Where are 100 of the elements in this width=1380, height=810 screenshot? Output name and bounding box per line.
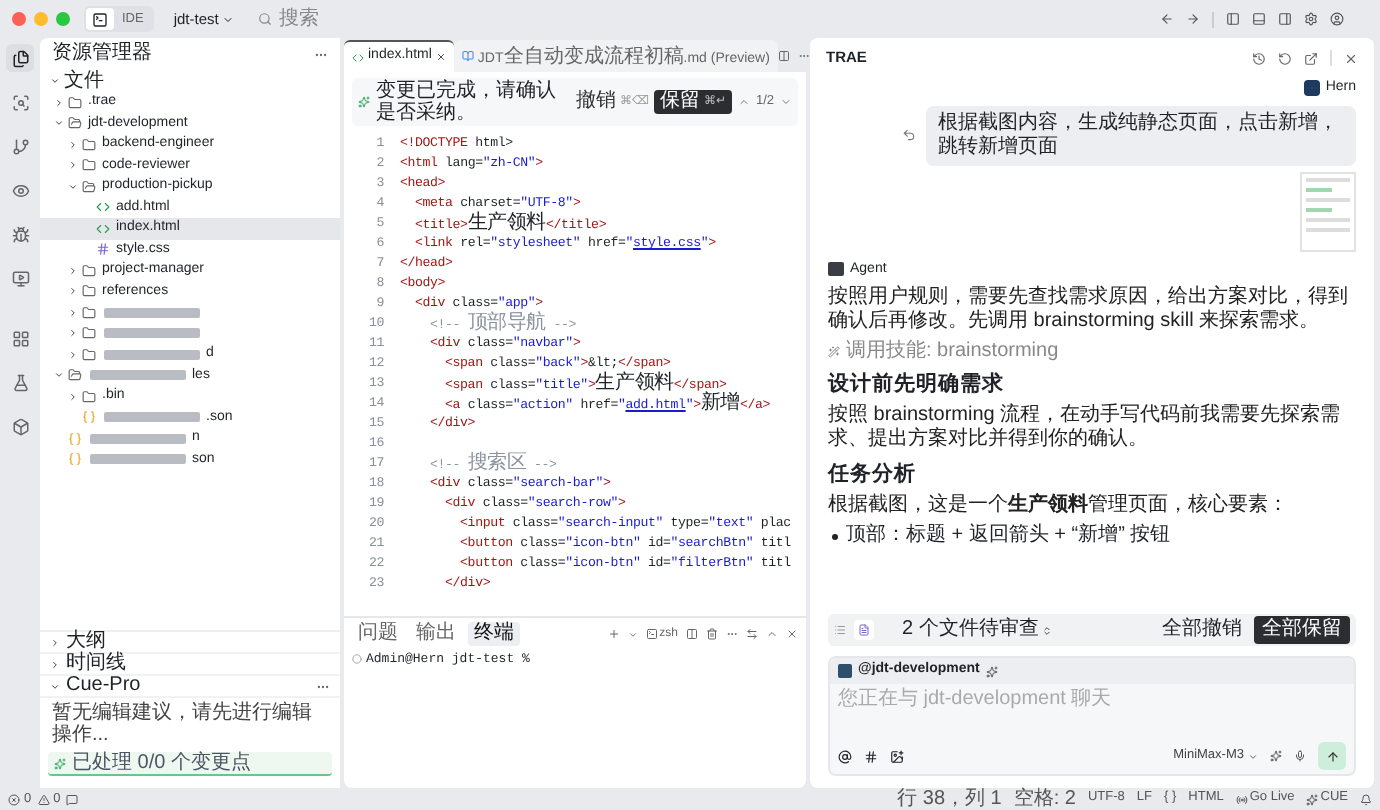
folder-icon [82, 305, 96, 320]
settings-icon[interactable] [1304, 12, 1318, 26]
chevron-down-icon [50, 76, 60, 86]
panel-header[interactable]: 时间线 [40, 654, 340, 676]
folder-icon [82, 326, 96, 341]
chat-paragraph: 按照用户规则，需要先查找需求原因，给出方案对比，得到确认后再修改。先调用 brainstorming skill 来探索需求。 [828, 286, 1350, 334]
account-icon[interactable] [1330, 12, 1344, 26]
grid-icon [11, 329, 29, 347]
file-review-tab[interactable] [854, 620, 874, 640]
hash-file-icon [96, 242, 110, 257]
circle-icon [352, 654, 362, 665]
panel-header[interactable]: Cue-Pro [40, 676, 340, 698]
empty-message: 暂无编辑建议，请先进行编辑操作... [50, 699, 314, 746]
review-count[interactable]: 2 个文件待审查 [902, 620, 1053, 640]
close-icon[interactable] [1344, 51, 1358, 65]
folder-context-icon [838, 664, 852, 678]
chat-heading: 任务分析 [828, 462, 918, 488]
panel-tab[interactable]: 问题 [352, 622, 404, 646]
sparkle-icon [358, 96, 370, 108]
skill-note: 调用技能: brainstorming [846, 340, 1059, 362]
folder-icon [82, 137, 96, 152]
sparkle-icon [1306, 793, 1319, 805]
undo-icon[interactable] [902, 128, 916, 142]
terminal-icon [92, 11, 108, 27]
status-item[interactable]: 行 38，列 1 [897, 789, 1002, 809]
chat-paragraph: 按照 brainstorming 流程，在动手写代码前我需要先探索需求、提出方案对比并得到你的确认。 [828, 404, 1343, 452]
bullet-text: 顶部：标题 + 返回箭头 + “新增” 按钮 [846, 524, 1171, 548]
braces-file-icon [68, 452, 82, 467]
send-button[interactable] [1318, 742, 1346, 770]
branch-icon [11, 137, 29, 155]
chevron-down-icon[interactable] [627, 629, 638, 639]
open-folder-icon [68, 368, 82, 383]
code-file-icon [96, 200, 110, 215]
chat-paragraph: 根据截图，这是一个生产领料管理页面，核心要素： [828, 494, 1290, 518]
chevron-down-icon [54, 370, 64, 381]
list-icon[interactable] [834, 624, 846, 636]
hash-icon[interactable] [864, 749, 878, 763]
broadcast-icon [1235, 793, 1248, 805]
sparkle-icon[interactable] [1270, 750, 1282, 762]
code-file-icon [96, 221, 110, 236]
panel-tab[interactable]: 终端 [468, 622, 520, 646]
panel-header[interactable]: 大纲 [40, 632, 340, 654]
panel-tab[interactable]: 输出 [410, 622, 462, 646]
chevron-down-icon [1248, 751, 1258, 761]
folder-icon [82, 347, 96, 362]
forward-arrow-icon[interactable] [1186, 12, 1200, 26]
microphone-icon[interactable] [1294, 750, 1306, 762]
right-panel-icon[interactable] [1278, 12, 1292, 26]
restore-icon[interactable] [1278, 51, 1292, 65]
external-link-icon[interactable] [1304, 51, 1318, 65]
progress-card: 已处理 0/0 个变更点 [48, 752, 332, 776]
chevron-down-icon [54, 118, 64, 129]
split-editor-icon[interactable] [777, 50, 790, 62]
message-icon[interactable] [66, 793, 79, 805]
folder-icon [82, 389, 96, 404]
agent-mode-button[interactable] [86, 8, 114, 30]
image-icon[interactable] [890, 749, 904, 763]
agent-icon [828, 262, 844, 277]
back-arrow-icon[interactable] [1160, 12, 1174, 26]
file-icon [858, 624, 870, 636]
mention-icon[interactable] [838, 749, 852, 763]
panel-title: 资源管理器 [52, 44, 152, 64]
bell-icon[interactable] [1360, 793, 1372, 805]
swap-icon[interactable] [746, 628, 758, 640]
chevron-right-icon [54, 97, 64, 108]
flask-icon [11, 373, 29, 391]
files-tab[interactable] [6, 44, 34, 72]
history-icon[interactable] [1252, 51, 1266, 65]
open-folder-icon [82, 179, 96, 194]
discard-all-button[interactable]: 全部撤销 [1158, 620, 1246, 640]
keep-all-button[interactable]: 全部保留 [1254, 616, 1350, 644]
section-header[interactable]: 文件 [40, 70, 340, 92]
left-panel-icon[interactable] [1226, 12, 1240, 26]
chevron-down-icon [222, 13, 235, 25]
screenshot-thumbnail [1300, 171, 1356, 251]
sparkle-icon [985, 665, 998, 677]
warning-icon [37, 793, 50, 805]
folder-icon [82, 158, 96, 173]
open-folder-icon [68, 116, 82, 131]
chat-heading: 设计前先明确需求 [828, 372, 1006, 398]
terminal-icon [645, 628, 658, 640]
close-window-button[interactable] [12, 12, 26, 26]
chevron-right-icon [50, 637, 60, 647]
bug-icon [11, 225, 29, 243]
close-icon[interactable] [786, 628, 798, 640]
split-icon[interactable] [686, 628, 698, 640]
eye-icon [11, 181, 29, 199]
cube-icon [11, 417, 29, 435]
bottom-panel-icon[interactable] [1252, 12, 1266, 26]
folder-icon [68, 95, 82, 110]
chevron-down-icon [50, 681, 60, 691]
status-item[interactable]: 空格: 2 [1013, 789, 1076, 809]
monitor-icon [11, 269, 29, 287]
trash-icon[interactable] [706, 628, 718, 640]
search-icon [11, 93, 29, 111]
wand-icon [828, 345, 840, 357]
chevron-right-icon [50, 659, 60, 669]
plus-icon[interactable] [607, 628, 620, 640]
braces-file-icon [68, 431, 82, 446]
search-icon [258, 12, 273, 26]
